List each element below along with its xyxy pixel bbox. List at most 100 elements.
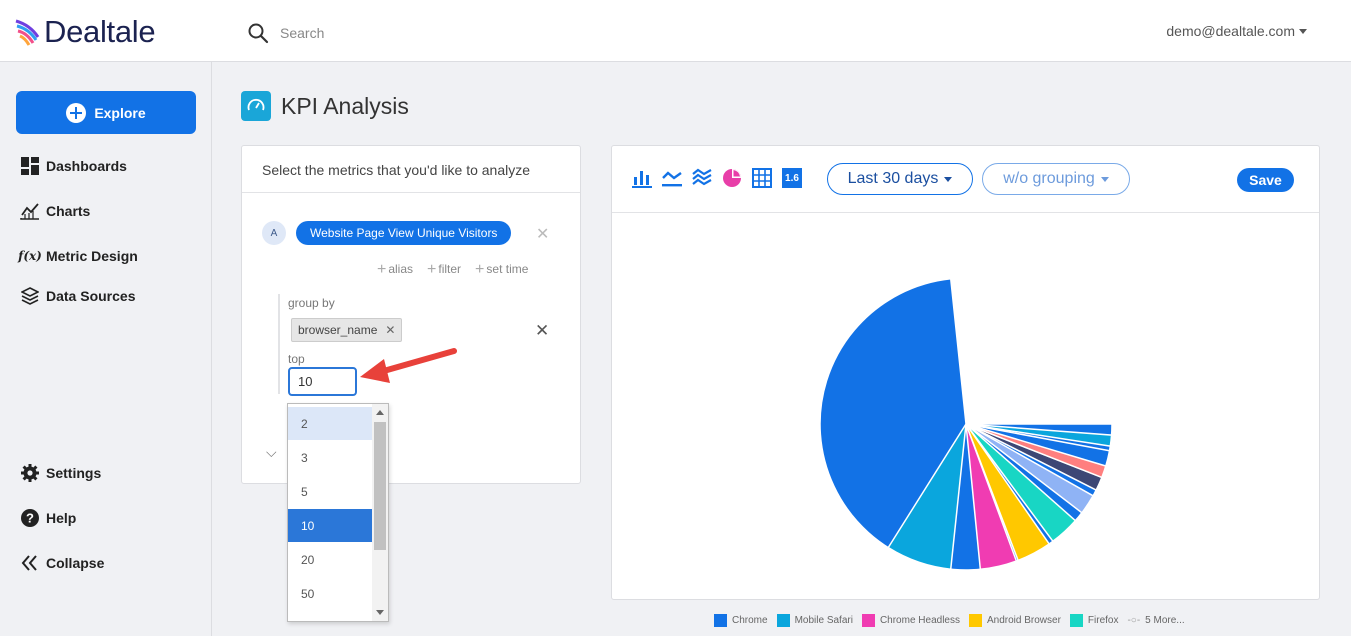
remove-group-by-icon[interactable]: ✕ xyxy=(535,321,549,341)
legend-label: Android Browser xyxy=(986,615,1061,626)
chart-panel: 1.6 Last 30 days w/o grouping Save xyxy=(611,145,1320,600)
plus-icon: + xyxy=(377,261,387,278)
line-chart-icon[interactable] xyxy=(662,168,682,188)
top-bar: Dealtale demo@dealtale.com xyxy=(0,0,1351,62)
function-icon: f(x) xyxy=(18,249,42,263)
group-by-tag[interactable]: browser_name ✕ xyxy=(291,318,403,342)
dropdown-option[interactable]: 50 xyxy=(288,577,372,610)
dropdown-scrollbar[interactable] xyxy=(372,404,388,621)
page-title-text: KPI Analysis xyxy=(281,92,409,119)
annotation-arrow xyxy=(360,348,457,383)
date-range-button[interactable]: Last 30 days xyxy=(827,163,973,195)
sidebar-item-label: Dashboards xyxy=(46,158,127,174)
remove-tag-icon[interactable]: ✕ xyxy=(385,323,395,337)
gear-icon xyxy=(20,463,40,483)
user-email: demo@dealtale.com xyxy=(1166,23,1295,39)
legend-item[interactable]: Chrome Headless xyxy=(861,614,960,627)
sidebar-item-settings[interactable]: Settings xyxy=(20,463,101,483)
dropdown-option[interactable]: 20 xyxy=(288,543,372,576)
set-time-option[interactable]: + set time xyxy=(475,261,528,279)
legend-swatch xyxy=(776,614,790,627)
page-title: KPI Analysis xyxy=(241,91,409,121)
explore-button[interactable]: Explore xyxy=(16,91,196,134)
plus-icon: + xyxy=(475,261,485,278)
double-chevron-left-icon xyxy=(20,553,40,573)
logo[interactable]: Dealtale xyxy=(14,14,156,50)
chart-toolbar: 1.6 Last 30 days w/o grouping Save xyxy=(612,146,1319,213)
sidebar-item-label: Collapse xyxy=(46,555,105,571)
dropdown-option[interactable]: 3 xyxy=(288,441,372,474)
grouping-label: w/o grouping xyxy=(1003,170,1095,187)
dropdown-option[interactable]: 5 xyxy=(288,475,372,508)
scroll-down-icon[interactable] xyxy=(376,610,384,615)
remove-metric-icon[interactable]: ✕ xyxy=(536,224,549,244)
bar-chart-icon[interactable] xyxy=(632,168,652,188)
sidebar-item-data-sources[interactable]: Data Sources xyxy=(20,286,135,306)
dropdown-option[interactable]: 2 xyxy=(288,407,372,440)
dropdown-option-selected[interactable]: 10 xyxy=(288,509,372,542)
legend-item[interactable]: Firefox xyxy=(1069,614,1119,627)
top-input[interactable] xyxy=(288,367,357,396)
option-label: set time xyxy=(486,262,529,276)
scroll-up-icon[interactable] xyxy=(376,410,384,415)
sidebar-item-help[interactable]: ? Help xyxy=(20,508,76,528)
plus-circle-icon xyxy=(66,102,87,123)
legend-swatch xyxy=(1069,614,1083,627)
group-section-divider xyxy=(278,294,280,394)
metric-pill[interactable]: Website Page View Unique Visitors xyxy=(296,221,512,245)
area-chart-icon[interactable] xyxy=(692,168,712,188)
option-label: filter xyxy=(438,262,462,276)
legend-label: Chrome Headless xyxy=(879,615,960,626)
user-menu[interactable]: demo@dealtale.com xyxy=(1166,23,1307,39)
search-input[interactable] xyxy=(280,20,600,46)
logo-icon xyxy=(15,19,40,46)
group-by-value: browser_name xyxy=(298,323,378,337)
add-filter-option[interactable]: + filter xyxy=(427,261,461,279)
top-label: top xyxy=(288,352,305,366)
save-button[interactable]: Save xyxy=(1237,168,1294,192)
legend-item[interactable]: Mobile Safari xyxy=(776,614,853,627)
search-icon[interactable] xyxy=(247,22,269,44)
pie-chart xyxy=(819,277,1113,571)
legend-more-label: 5 More... xyxy=(1145,615,1185,626)
metric-letter-badge: A xyxy=(262,221,286,245)
date-range-label: Last 30 days xyxy=(847,170,939,187)
legend-label: Firefox xyxy=(1087,615,1119,626)
group-by-label: group by xyxy=(288,296,335,310)
sidebar-item-label: Data Sources xyxy=(46,288,136,304)
sidebar-item-label: Metric Design xyxy=(46,248,138,264)
legend-more[interactable]: -○- 5 More... xyxy=(1127,615,1184,626)
caret-down-icon xyxy=(944,176,953,182)
metric-options: + alias + filter + set time xyxy=(377,261,528,279)
single-value-icon[interactable]: 1.6 xyxy=(782,168,802,188)
layers-icon xyxy=(20,286,40,306)
sidebar-item-charts[interactable]: Charts xyxy=(20,201,90,221)
caret-down-icon xyxy=(1100,176,1109,182)
caret-down-icon xyxy=(1299,28,1307,34)
sidebar-item-label: Help xyxy=(46,510,77,526)
scrollbar-thumb[interactable] xyxy=(374,422,386,550)
table-icon[interactable] xyxy=(752,168,772,188)
legend-swatch xyxy=(714,614,727,627)
pie-chart-icon[interactable] xyxy=(722,168,742,188)
metric-row: A Website Page View Unique Visitors xyxy=(262,221,512,245)
chart-line-icon xyxy=(20,201,40,221)
sidebar-item-metric-design[interactable]: f(x) Metric Design xyxy=(18,246,138,266)
sidebar-item-label: Charts xyxy=(46,203,91,219)
legend-label: Chrome xyxy=(732,615,768,626)
chart-legend: Chrome Mobile Safari Chrome Headless Androi… xyxy=(714,614,1185,627)
dashboard-grid-icon xyxy=(20,156,40,176)
legend-label: Mobile Safari xyxy=(794,615,853,626)
legend-item[interactable]: Chrome xyxy=(714,614,768,627)
add-alias-option[interactable]: + alias xyxy=(377,261,413,279)
explore-label: Explore xyxy=(94,104,146,121)
legend-swatch xyxy=(861,614,875,627)
sidebar-item-collapse[interactable]: Collapse xyxy=(20,553,104,573)
sidebar-item-label: Settings xyxy=(46,465,102,481)
grouping-button[interactable]: w/o grouping xyxy=(982,163,1130,195)
help-circle-icon: ? xyxy=(20,508,40,528)
legend-item[interactable]: Android Browser xyxy=(968,614,1061,627)
sidebar-item-dashboards[interactable]: Dashboards xyxy=(20,156,127,176)
chevron-down-icon[interactable]: ⌵ xyxy=(266,444,277,461)
logo-text: Dealtale xyxy=(44,14,156,49)
